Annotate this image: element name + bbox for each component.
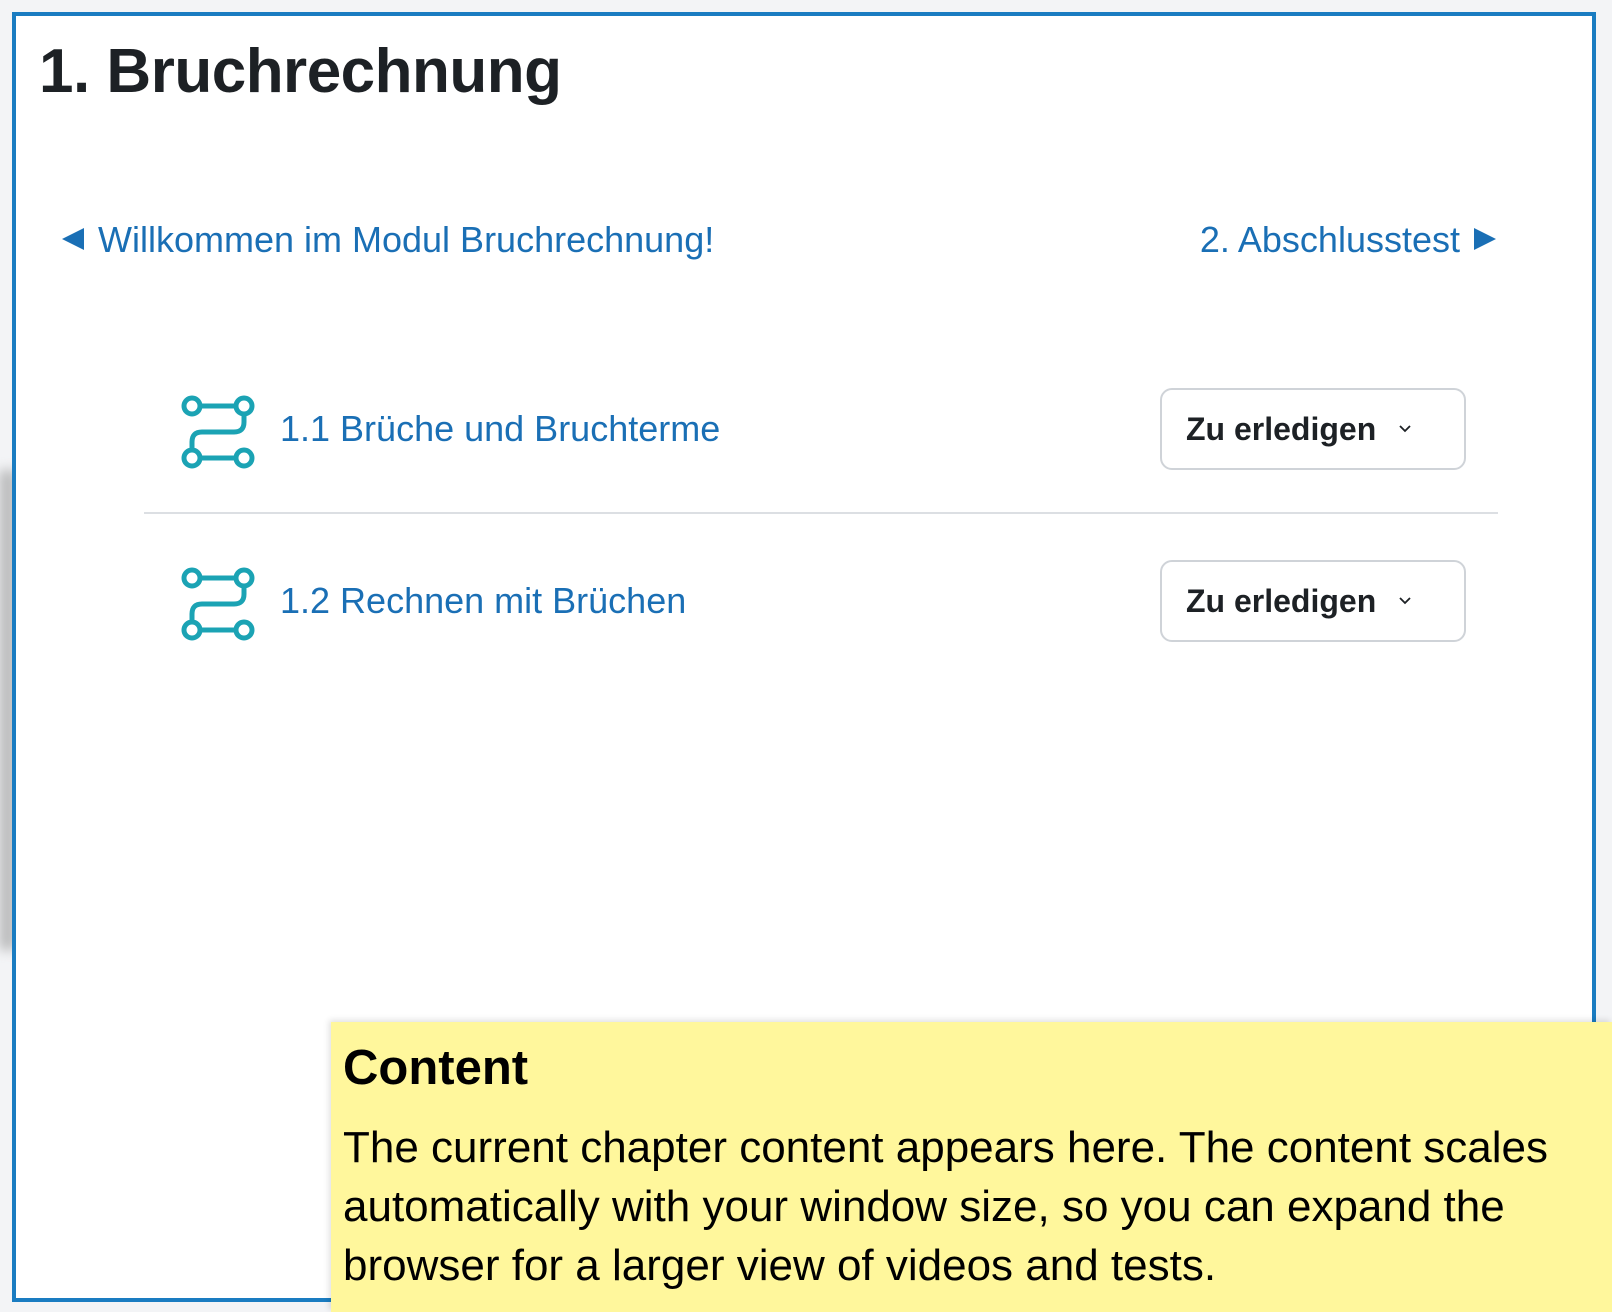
chevron-down-icon (1399, 425, 1411, 433)
activity-item: 1.1 Brüche und Bruchterme Zu erledigen (144, 386, 1498, 506)
divider (144, 512, 1498, 514)
tour-tooltip: Content The current chapter content appe… (331, 1022, 1612, 1312)
next-section-link[interactable]: 2. Abschlusstest (1200, 219, 1496, 261)
tooltip-title: Content (343, 1041, 529, 1095)
activity-link[interactable]: 1.2 Rechnen mit Brüchen (280, 580, 686, 622)
completion-status-dropdown[interactable]: Zu erledigen (1160, 388, 1466, 470)
completion-status-label: Zu erledigen (1186, 582, 1377, 619)
activity-link[interactable]: 1.1 Brüche und Bruchterme (280, 408, 720, 450)
previous-section-label: Willkommen im Modul Bruchrechnung! (98, 219, 715, 260)
triangle-right-icon (1474, 228, 1496, 251)
tooltip-body: The current chapter content appears here… (343, 1123, 1549, 1290)
page-title: 1. Bruchrechnung (39, 37, 562, 106)
previous-section-link[interactable]: Willkommen im Modul Bruchrechnung! (62, 219, 714, 261)
triangle-left-icon (62, 228, 84, 251)
activity-item: 1.2 Rechnen mit Brüchen Zu erledigen (144, 558, 1498, 678)
chevron-down-icon (1399, 597, 1411, 605)
learning-path-icon (181, 395, 255, 469)
completion-status-dropdown[interactable]: Zu erledigen (1160, 560, 1466, 642)
completion-status-label: Zu erledigen (1186, 410, 1377, 447)
next-section-label: 2. Abschlusstest (1199, 219, 1460, 260)
learning-path-icon (181, 567, 255, 641)
